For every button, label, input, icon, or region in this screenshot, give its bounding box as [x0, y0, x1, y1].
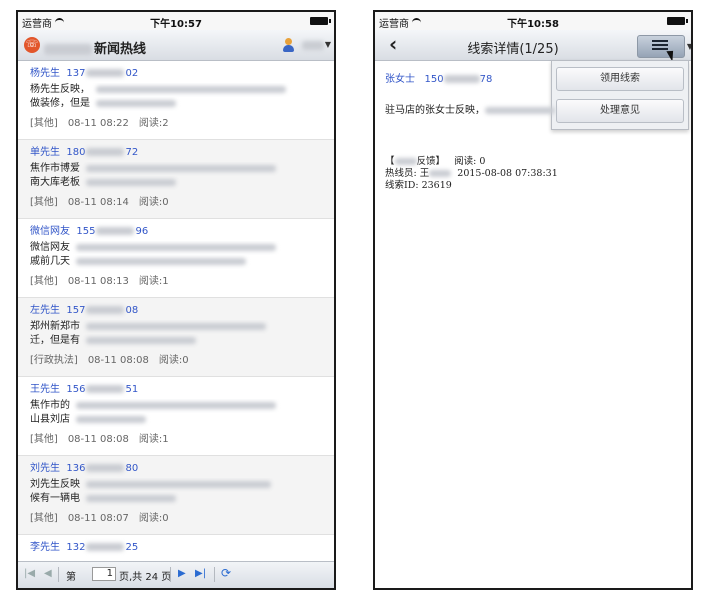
redacted-title-prefix: [44, 44, 92, 55]
list-header: ☏ 新闻热线 ▼: [18, 30, 334, 61]
redacted-phone: [86, 306, 125, 314]
item-meta: [其他] 08-11 08:08 阅读:1: [30, 434, 169, 445]
chevron-down-icon: ▼: [686, 42, 693, 51]
list-item[interactable]: 刘先生 136 80 刘先生反映 候有一辆电 [其他] 08-11 08:07 阅读:…: [18, 456, 334, 535]
status-time: 下午10:57: [150, 19, 202, 30]
item-meta: [其他] 08-11 08:14 阅读:0: [30, 197, 169, 208]
redacted-phone: [86, 69, 125, 77]
news-hotline-list-screen: 运营商 下午10:57 ☏ 新闻热线 ▼ 杨先生 137 02 杨先生反映， 做装…: [16, 10, 336, 590]
list-item[interactable]: 左先生 157 08 郑州新郑市 迁，但是有 [行政执法] 08-11 08:08 阅…: [18, 298, 334, 377]
lead-meta: 【反馈】 阅读: 0 热线员: 王 2015-08-08 07:38:31 线索…: [385, 156, 681, 192]
lead-list: 杨先生 137 02 杨先生反映， 做装修，但是 [其他] 08-11 08:22 阅…: [18, 61, 334, 562]
redacted-phone: [86, 148, 125, 156]
caller-info: 张女士 150 78: [385, 74, 493, 85]
user-icon[interactable]: [283, 38, 294, 52]
list-item[interactable]: 王先生 156 51 焦作市的 山县刘店 [其他] 08-11 08:08 阅读:1: [18, 377, 334, 456]
caller-name: 微信网友: [30, 226, 70, 237]
lead-body-text: 驻马店的张女士反映，: [385, 101, 681, 116]
caller-name: 王先生: [30, 384, 60, 395]
caller-name: 杨先生: [30, 68, 60, 79]
page-title: 新闻热线: [44, 38, 146, 57]
caller-name: 刘先生: [30, 463, 60, 474]
prev-page-icon[interactable]: ◀: [44, 568, 52, 579]
item-meta: [其他] 08-11 08:22 阅读:2: [30, 118, 169, 129]
item-meta: [其他] 08-11 08:07 阅读:0: [30, 513, 169, 524]
status-bar: 运营商 下午10:58: [375, 12, 691, 30]
redacted-phone: [86, 464, 125, 472]
redacted-phone: [86, 543, 125, 551]
redacted-operator: [429, 170, 452, 177]
pagination-bar: |◀ ◀ 第 1 页,共 24 页 ▶ ▶| ⟳: [18, 561, 334, 588]
list-menu-icon: [652, 40, 668, 52]
list-item[interactable]: 单先生 180 72 焦作市博爱 南大库老板 [其他] 08-11 08:14 阅读:…: [18, 140, 334, 219]
caller-name: 李先生: [30, 542, 60, 553]
battery-icon: [310, 17, 331, 25]
detail-header: ‹ 线索详情(1/25) ▼: [375, 30, 691, 61]
lead-detail-screen: 运营商 下午10:58 ‹ 线索详情(1/25) ▼ 领用线索 处理意见 张女士…: [373, 10, 693, 590]
last-page-icon[interactable]: ▶|: [195, 568, 206, 579]
lead-id: 线索ID: 23619: [385, 180, 452, 191]
item-meta: [行政执法] 08-11 08:08 阅读:0: [30, 355, 189, 366]
list-item[interactable]: 李先生 132 25: [18, 535, 334, 562]
page-number-input[interactable]: 1: [92, 567, 116, 581]
redacted-source: [394, 158, 417, 165]
status-time: 下午10:58: [507, 19, 559, 30]
redacted-phone: [86, 385, 125, 393]
page-label: 第: [66, 572, 76, 583]
redacted-phone: [96, 227, 135, 235]
next-page-icon[interactable]: ▶: [178, 568, 186, 579]
menu-button[interactable]: ▼: [637, 35, 691, 58]
phone-logo-icon: ☏: [24, 37, 40, 53]
redacted-user-name[interactable]: [302, 41, 324, 50]
status-bar: 运营商 下午10:57: [18, 12, 334, 30]
battery-icon: [667, 17, 688, 25]
page-total-label: 页,共 24 页: [119, 572, 172, 583]
lead-detail: 张女士 150 78 驻马店的张女士反映， 【反馈】 阅读: 0 热线员: 王 2…: [385, 70, 681, 192]
list-item[interactable]: 微信网友 155 96 微信网友 戚前几天 [其他] 08-11 08:13 阅读:1: [18, 219, 334, 298]
refresh-icon[interactable]: ⟳: [221, 566, 231, 580]
redacted-phone: [443, 75, 480, 83]
caller-name: 左先生: [30, 305, 60, 316]
caller-name: 单先生: [30, 147, 60, 158]
item-meta: [其他] 08-11 08:13 阅读:1: [30, 276, 169, 287]
chevron-down-icon[interactable]: ▼: [325, 40, 331, 49]
list-item[interactable]: 杨先生 137 02 杨先生反映， 做装修，但是 [其他] 08-11 08:22 阅…: [18, 61, 334, 140]
first-page-icon[interactable]: |◀: [24, 568, 35, 579]
